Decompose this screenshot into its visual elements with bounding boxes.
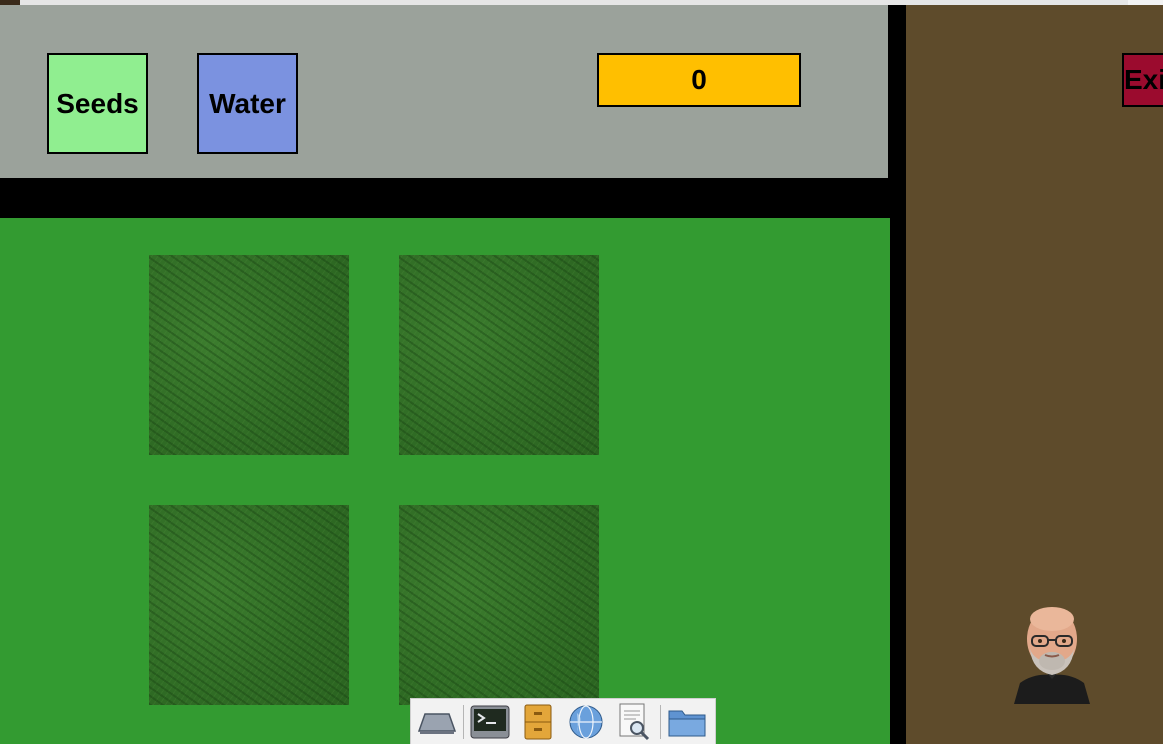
terminal-icon[interactable] (468, 702, 512, 742)
dock-separator (660, 704, 661, 739)
file-cabinet-icon[interactable] (516, 702, 560, 742)
garden-plot-2[interactable] (399, 255, 599, 455)
side-panel: Exit (906, 5, 1163, 744)
taskbar-dock (410, 698, 716, 744)
exit-button-label: Exit (1124, 64, 1163, 95)
garden-plot-3[interactable] (149, 505, 349, 705)
user-avatar (1014, 607, 1090, 704)
water-button-label: Water (209, 87, 286, 119)
exit-button[interactable]: Exit (1122, 53, 1163, 107)
garden-plot-4[interactable] (399, 505, 599, 705)
document-viewer-icon[interactable] (612, 702, 656, 742)
score-counter: 0 (597, 53, 801, 107)
dock-separator (463, 704, 464, 739)
seeds-button-label: Seeds (56, 87, 139, 119)
seeds-button[interactable]: Seeds (47, 53, 148, 154)
tool-panel: Seeds Water 0 (0, 5, 888, 178)
web-browser-icon[interactable] (564, 702, 608, 742)
garden-plot-1[interactable] (149, 255, 349, 455)
desktop-icon[interactable] (415, 702, 459, 742)
farm-field (0, 218, 890, 744)
water-button[interactable]: Water (197, 53, 298, 154)
folder-icon[interactable] (665, 702, 709, 742)
score-counter-value: 0 (691, 64, 707, 95)
